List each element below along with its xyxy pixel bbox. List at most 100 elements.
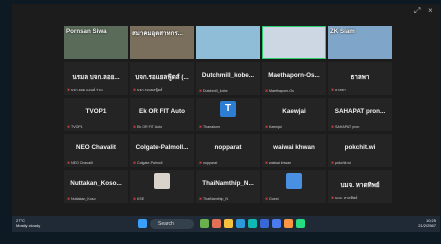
zoom-window: ⤢ × Pornsan Siwa สมาคมอุตสาหกร... ZK Siam น…	[12, 4, 440, 232]
participant-tile[interactable]: นรมล บจก.ลอย... ✖บจก.ลอย แอนด์ ร่วม	[64, 62, 128, 95]
participant-subname: Dutchmill_kobe	[203, 89, 228, 93]
participant-name: Colgate-Palmoll...	[135, 144, 189, 151]
participant-label: ✖ธาลพา	[331, 87, 389, 93]
mic-muted-icon: ✖	[331, 125, 335, 129]
participant-name: Maethaporn-Os...	[268, 72, 320, 79]
participant-subname: SAHAPAT pron	[335, 125, 360, 129]
clock-date: 21/2/2567	[418, 223, 436, 228]
participant-tile[interactable]: ZK Siam	[328, 26, 392, 59]
participant-tile[interactable]: TVOP1 ✖TVOP1	[64, 98, 128, 131]
window-titlebar: ⤢ ×	[12, 4, 440, 20]
participant-label: ✖SAHAPAT pron	[331, 125, 389, 129]
gallery-view: Pornsan Siwa สมาคมอุตสาหกร... ZK Siam นรมล …	[64, 26, 394, 206]
participant-subname: บจก.รอแยลฟู้ดส์	[137, 88, 163, 92]
participant-label: ✖TVOP1	[67, 125, 125, 129]
participant-label: ✖บจก.รอแยลฟู้ดส์	[133, 87, 191, 93]
participant-subname: nopparat	[203, 161, 218, 165]
participant-tile[interactable]	[196, 26, 260, 59]
participant-tile[interactable]: สมาคมอุตสาหกร...	[130, 26, 194, 59]
participant-tile[interactable]: ThaiNamthip_N... ✖ThaiNamthip_N	[196, 170, 260, 203]
mic-muted-icon: ✖	[133, 197, 137, 201]
participant-name: บจก.รอแยลฟู้ดส์ (...	[135, 74, 189, 81]
fullscreen-icon[interactable]: ⤢	[414, 6, 420, 16]
widgets-icon[interactable]	[200, 219, 209, 228]
participant-tile[interactable]: Dutchmill_kobe... ✖Dutchmill_kobe	[196, 62, 260, 95]
participant-subname: TVOP1	[71, 125, 83, 129]
mic-muted-icon: ✖	[67, 197, 71, 201]
participant-name: Pornsan Siwa	[66, 28, 107, 35]
participant-subname: Thanakorn	[203, 125, 221, 129]
mic-muted-icon: ✖	[133, 161, 137, 165]
participant-subname: NEO Chavalit	[71, 161, 93, 165]
app-icon[interactable]	[248, 219, 257, 228]
participant-label: ✖nopparat	[199, 161, 257, 165]
windows-start-icon[interactable]	[138, 219, 147, 228]
participant-subname: Guest	[269, 197, 279, 201]
participant-name: ธาลพา	[350, 74, 370, 81]
participant-label: ✖บจก.ลอย แอนด์ ร่วม	[67, 87, 125, 93]
mic-muted-icon: ✖	[199, 89, 203, 93]
mic-muted-icon: ✖	[265, 161, 269, 165]
participant-label: ✖Ek OR FIT Auto	[133, 125, 191, 129]
participant-label: ✖Dutchmill_kobe	[199, 89, 257, 93]
participant-label: ✖Guest	[265, 197, 323, 201]
app-icon[interactable]	[284, 219, 293, 228]
participant-tile[interactable]	[262, 26, 326, 59]
weather-desc: Mostly cloudy	[16, 223, 41, 228]
participant-tile[interactable]: Kaewjai ✖Kaewjai	[262, 98, 326, 131]
participant-tile[interactable]: nopparat ✖nopparat	[196, 134, 260, 167]
participant-subname: บจก.ลอย แอนด์ ร่วม	[71, 88, 103, 92]
participant-name: NEO Chavalit	[76, 144, 116, 151]
participant-label: ✖บมจ. หาดทิพย์	[331, 195, 389, 201]
zoom-icon[interactable]	[272, 219, 281, 228]
participant-name: สมาคมอุตสาหกร...	[132, 30, 183, 37]
participant-tile[interactable]: ✖KSE	[130, 170, 194, 203]
participant-name: ZK Siam	[330, 28, 355, 35]
participant-tile[interactable]: NEO Chavalit ✖NEO Chavalit	[64, 134, 128, 167]
mic-muted-icon: ✖	[331, 196, 335, 200]
participant-tile[interactable]: Maethaporn-Os... ✖Maethaporn-Os	[262, 62, 326, 95]
participant-name: nopparat	[214, 144, 242, 151]
participant-name: Kaewjai	[282, 108, 306, 115]
file-explorer-icon[interactable]	[224, 219, 233, 228]
participant-name: Ek OR FIT Auto	[139, 108, 185, 115]
participant-subname: Kaewjai	[269, 125, 282, 129]
participant-tile[interactable]: SAHAPAT pron... ✖SAHAPAT pron	[328, 98, 392, 131]
system-clock[interactable]: 10:25 21/2/2567	[418, 218, 436, 228]
chrome-icon[interactable]	[296, 219, 305, 228]
participant-name: pokchit.wi	[344, 144, 376, 151]
participant-tile[interactable]: บจก.รอแยลฟู้ดส์ (... ✖บจก.รอแยลฟู้ดส์	[130, 62, 194, 95]
participant-label: ✖Kaewjai	[265, 125, 323, 129]
participant-name: นรมล บจก.ลอย...	[72, 74, 120, 81]
close-icon[interactable]: ×	[428, 6, 433, 15]
participant-tile[interactable]: Pornsan Siwa	[64, 26, 128, 59]
app-icon[interactable]	[260, 219, 269, 228]
participant-tile[interactable]: ธาลพา ✖ธาลพา	[328, 62, 392, 95]
participant-tile[interactable]: Nuttakan_Koso... ✖Nuttakan_Koso	[64, 170, 128, 203]
participant-subname: Ek OR FIT Auto	[137, 125, 163, 129]
participant-tile[interactable]: ✖Guest	[262, 170, 326, 203]
weather-widget[interactable]: 27°C Mostly cloudy	[16, 218, 40, 228]
participant-tile[interactable]: Ek OR FIT Auto ✖Ek OR FIT Auto	[130, 98, 194, 131]
mic-muted-icon: ✖	[265, 89, 269, 93]
participant-tile[interactable]: waiwai khwan ✖waiwai khwan	[262, 134, 326, 167]
avatar-initial: T	[220, 101, 236, 117]
mic-muted-icon: ✖	[67, 125, 71, 129]
participant-label: ✖ThaiNamthip_N	[199, 197, 257, 201]
participant-tile[interactable]: Colgate-Palmoll... ✖Colgate-Palmoll	[130, 134, 194, 167]
app-icon[interactable]	[212, 219, 221, 228]
participant-subname: Colgate-Palmoll	[137, 161, 163, 165]
participant-tile[interactable]: บมจ. หาดทิพย์ ✖บมจ. หาดทิพย์	[328, 170, 392, 203]
edge-icon[interactable]	[236, 219, 245, 228]
avatar-photo	[154, 173, 170, 189]
participant-tile[interactable]: T ✖Thanakorn	[196, 98, 260, 131]
person-icon	[286, 173, 302, 189]
mic-muted-icon: ✖	[67, 161, 71, 165]
participant-subname: Maethaporn-Os	[269, 89, 294, 93]
participant-label: ✖Maethaporn-Os	[265, 89, 323, 93]
participant-subname: waiwai khwan	[269, 161, 292, 165]
mic-muted-icon: ✖	[199, 161, 203, 165]
taskbar-search[interactable]: Search	[150, 219, 194, 229]
participant-label: ✖Nuttakan_Koso	[67, 197, 125, 201]
participant-tile[interactable]: pokchit.wi ✖pokchit.wi	[328, 134, 392, 167]
